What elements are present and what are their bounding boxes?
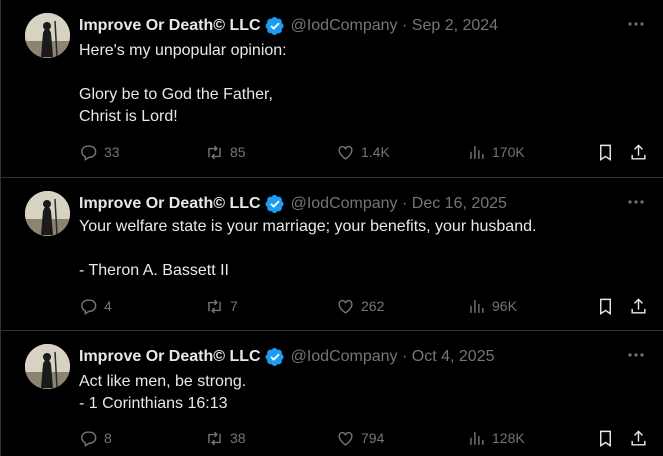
tweet-actions: 4 7 262 96K	[79, 295, 649, 317]
repost-count: 7	[230, 298, 238, 314]
views-chart-icon	[470, 145, 484, 159]
tweet[interactable]: Improve Or Death© LLC @IodCompany · Sep …	[0, 0, 663, 178]
tweet[interactable]: Improve Or Death© LLC @IodCompany · Dec …	[0, 178, 663, 331]
repost-button[interactable]: 38	[205, 427, 246, 449]
avatar[interactable]	[25, 191, 70, 236]
verified-badge-icon	[265, 16, 285, 36]
share-icon	[631, 143, 646, 160]
tweet-text: Your welfare state is your marriage; you…	[79, 218, 537, 279]
share-icon	[631, 297, 646, 314]
bookmark-button[interactable]	[596, 295, 615, 317]
reply-button[interactable]: 4	[79, 295, 112, 317]
tweet[interactable]: Improve Or Death© LLC @IodCompany · Oct …	[0, 331, 663, 456]
views-button[interactable]: 96K	[467, 295, 517, 317]
tweet-actions: 33 85 1.4K 170K	[79, 141, 649, 163]
bookmark-button[interactable]	[596, 427, 615, 449]
bookmark-button[interactable]	[596, 141, 615, 163]
views-count: 128K	[492, 430, 525, 446]
repost-icon	[208, 299, 221, 313]
repost-icon	[208, 145, 221, 159]
repost-count: 38	[230, 430, 246, 446]
more-icon[interactable]	[626, 14, 646, 34]
repost-button[interactable]: 85	[205, 141, 246, 163]
reply-button[interactable]: 33	[79, 141, 120, 163]
reply-count: 33	[104, 144, 120, 160]
like-button[interactable]: 1.4K	[336, 141, 390, 163]
like-count: 262	[361, 298, 385, 314]
author-name[interactable]: Improve Or Death© LLC	[79, 348, 261, 366]
tweet-actions: 8 38 794 128K	[79, 427, 649, 449]
views-count: 170K	[492, 144, 525, 160]
repost-count: 85	[230, 144, 246, 160]
heart-icon	[338, 299, 353, 314]
heart-icon	[338, 145, 353, 160]
share-button[interactable]	[629, 141, 648, 163]
like-button[interactable]: 262	[336, 295, 384, 317]
verified-badge-icon	[265, 194, 285, 214]
bookmark-icon	[600, 430, 611, 447]
views-count: 96K	[492, 298, 517, 314]
share-icon	[631, 429, 646, 446]
author-handle-date[interactable]: @IodCompany · Sep 2, 2024	[291, 17, 498, 35]
more-icon[interactable]	[626, 345, 646, 365]
repost-icon	[208, 431, 221, 445]
bookmark-icon	[600, 298, 611, 315]
share-button[interactable]	[629, 427, 648, 449]
tweet-header: Improve Or Death© LLC @IodCompany · Dec …	[79, 193, 507, 215]
avatar[interactable]	[25, 344, 70, 389]
tweet-header: Improve Or Death© LLC @IodCompany · Sep …	[79, 15, 498, 37]
bookmark-icon	[600, 144, 611, 161]
heart-icon	[338, 431, 353, 446]
reply-count: 8	[104, 430, 112, 446]
views-button[interactable]: 170K	[467, 141, 525, 163]
reply-count: 4	[104, 298, 112, 314]
views-chart-icon	[470, 299, 484, 313]
tweet-text: Act like men, be strong. - 1 Corinthians…	[79, 373, 247, 412]
views-chart-icon	[470, 431, 484, 445]
tweet-text: Here's my unpopular opinion: Glory be to…	[79, 42, 287, 125]
reply-icon	[81, 298, 97, 315]
reply-icon	[81, 144, 97, 161]
repost-button[interactable]: 7	[205, 295, 238, 317]
author-name[interactable]: Improve Or Death© LLC	[79, 17, 261, 35]
like-count: 794	[361, 430, 385, 446]
author-handle-date[interactable]: @IodCompany · Dec 16, 2025	[291, 195, 507, 213]
author-name[interactable]: Improve Or Death© LLC	[79, 195, 261, 213]
author-handle-date[interactable]: @IodCompany · Oct 4, 2025	[291, 348, 495, 366]
like-button[interactable]: 794	[336, 427, 384, 449]
share-button[interactable]	[629, 295, 648, 317]
views-button[interactable]: 128K	[467, 427, 525, 449]
reply-button[interactable]: 8	[79, 427, 112, 449]
avatar[interactable]	[25, 13, 70, 58]
reply-icon	[81, 430, 97, 447]
tweet-header: Improve Or Death© LLC @IodCompany · Oct …	[79, 346, 495, 368]
like-count: 1.4K	[361, 144, 390, 160]
verified-badge-icon	[265, 347, 285, 367]
more-icon[interactable]	[626, 192, 646, 212]
